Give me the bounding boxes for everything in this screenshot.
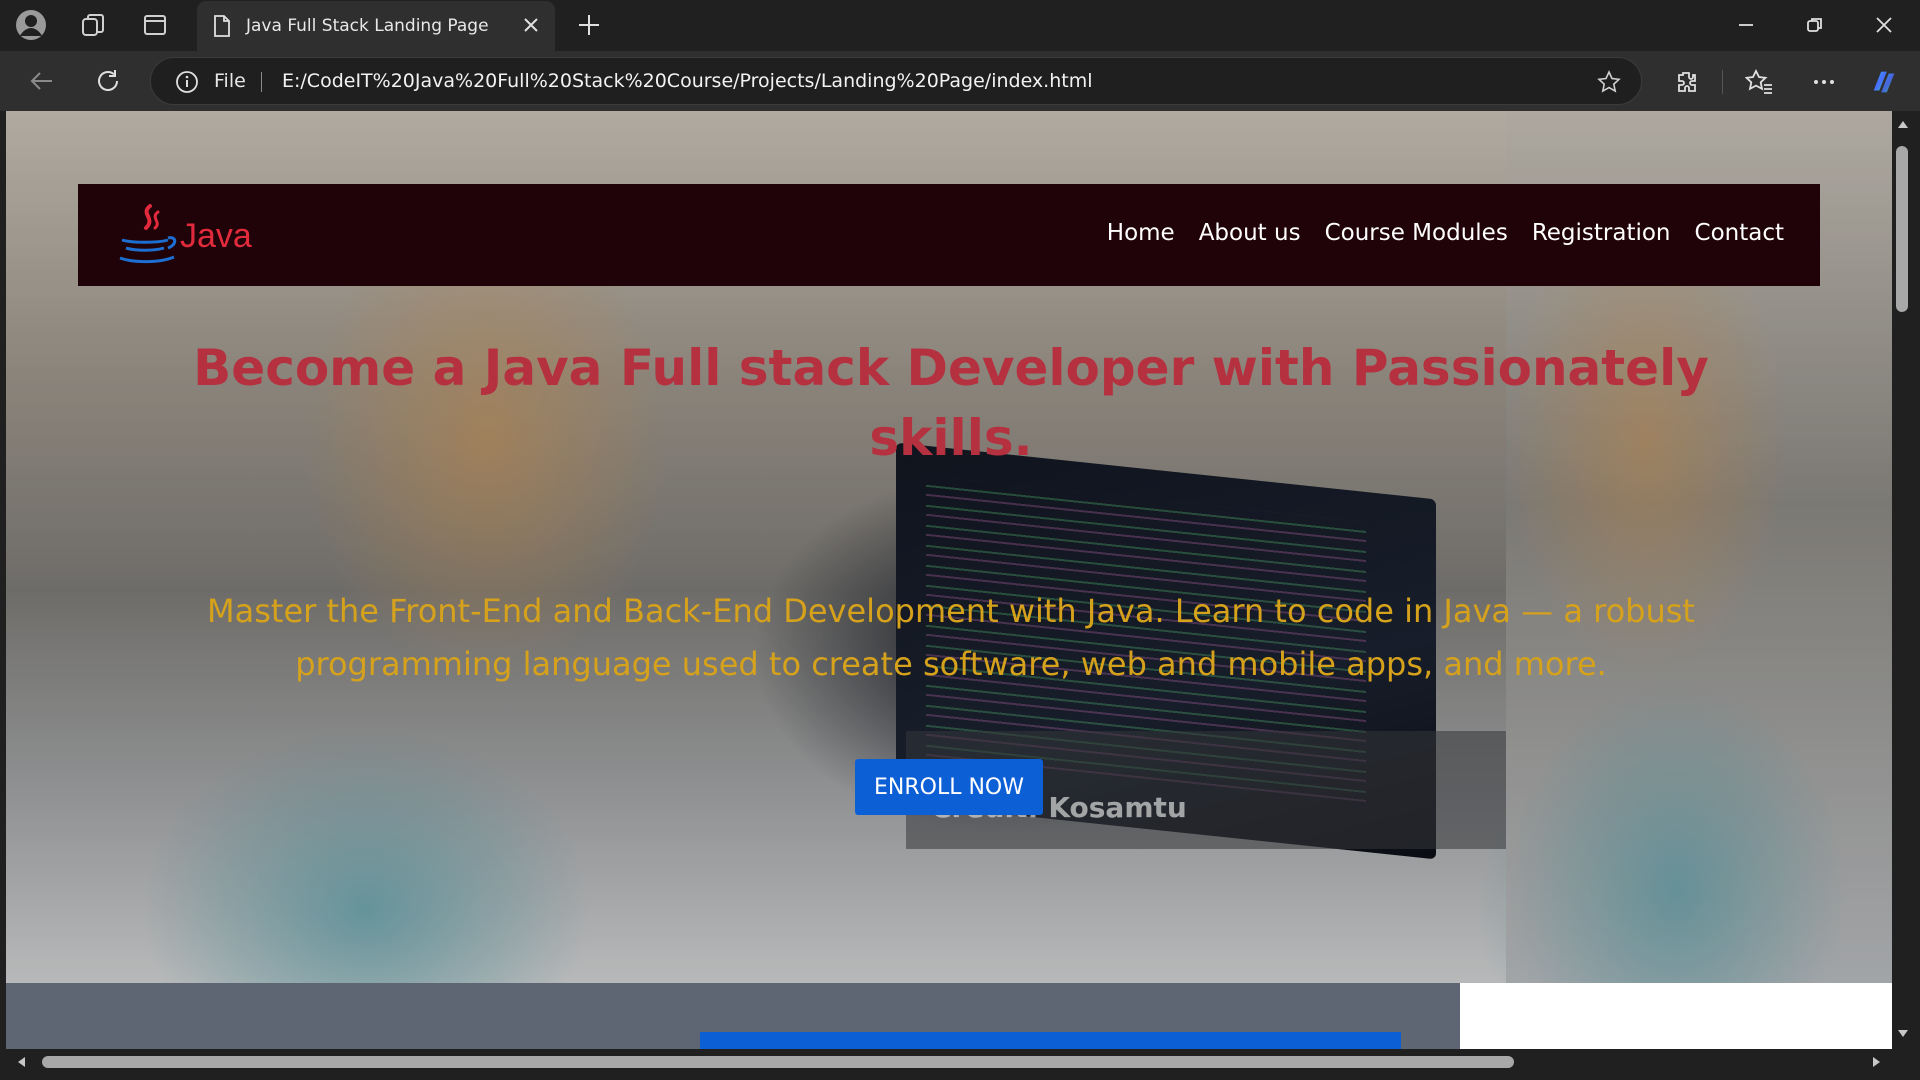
nav-contact[interactable]: Contact (1695, 220, 1784, 246)
omnibox[interactable]: File E:/CodeIT%20Java%20Full%20Stack%20C… (150, 57, 1642, 105)
blue-section-bar (700, 1032, 1401, 1049)
nav-menu: Home About us Course Modules Registratio… (1107, 220, 1784, 246)
back-icon[interactable] (25, 64, 59, 98)
scroll-left-icon[interactable] (16, 1056, 26, 1068)
nav-about-us[interactable]: About us (1199, 220, 1301, 246)
scroll-down-icon[interactable] (1897, 1029, 1909, 1039)
new-tab-icon[interactable] (573, 9, 605, 41)
extensions-icon[interactable] (1670, 66, 1702, 98)
active-tab[interactable]: Java Full Stack Landing Page (197, 1, 555, 52)
nav-home[interactable]: Home (1107, 220, 1175, 246)
site-navbar: Java Home About us Course Modules Regist… (78, 184, 1820, 286)
minimize-icon[interactable] (1730, 9, 1762, 41)
omnibox-separator (261, 72, 262, 92)
url-text[interactable]: E:/CodeIT%20Java%20Full%20Stack%20Course… (282, 70, 1093, 92)
white-panel (1460, 983, 1892, 1049)
scroll-up-icon[interactable] (1897, 119, 1909, 129)
info-icon[interactable] (175, 70, 199, 94)
scroll-right-icon[interactable] (1872, 1056, 1882, 1068)
url-scheme-label: File (214, 70, 246, 92)
close-icon[interactable] (521, 15, 541, 35)
copilot-icon[interactable] (1868, 66, 1900, 98)
favorites-icon[interactable] (1743, 66, 1775, 98)
restore-icon[interactable] (1799, 9, 1831, 41)
hero-headline: Become a Java Full stack Developer with … (193, 339, 1709, 467)
address-bar-row: File E:/CodeIT%20Java%20Full%20Stack%20C… (0, 51, 1920, 111)
browser-tab-bar: Java Full Stack Landing Page (0, 0, 1920, 52)
favorite-star-icon[interactable] (1597, 70, 1621, 94)
tab-title: Java Full Stack Landing Page (246, 16, 489, 36)
document-icon (214, 15, 230, 37)
page-viewport: Credit: Kosamtu Java Home About us Cours… (6, 111, 1892, 1049)
horizontal-scroll-thumb[interactable] (42, 1056, 1514, 1068)
profile-icon[interactable] (14, 8, 48, 42)
nav-registration[interactable]: Registration (1532, 220, 1671, 246)
refresh-icon[interactable] (91, 64, 125, 98)
logo-text: Java (180, 217, 252, 255)
more-icon[interactable] (1808, 66, 1840, 98)
tab-actions-icon[interactable] (138, 8, 172, 42)
nav-course-modules[interactable]: Course Modules (1325, 220, 1508, 246)
toolbar-divider (1722, 70, 1723, 94)
enroll-now-button[interactable]: ENROLL NOW (855, 759, 1043, 815)
hero-subheadline: Master the Front-End and Back-End Develo… (207, 592, 1695, 683)
window-close-icon[interactable] (1868, 9, 1900, 41)
workspaces-icon[interactable] (76, 8, 110, 42)
vertical-scroll-thumb[interactable] (1896, 146, 1908, 312)
